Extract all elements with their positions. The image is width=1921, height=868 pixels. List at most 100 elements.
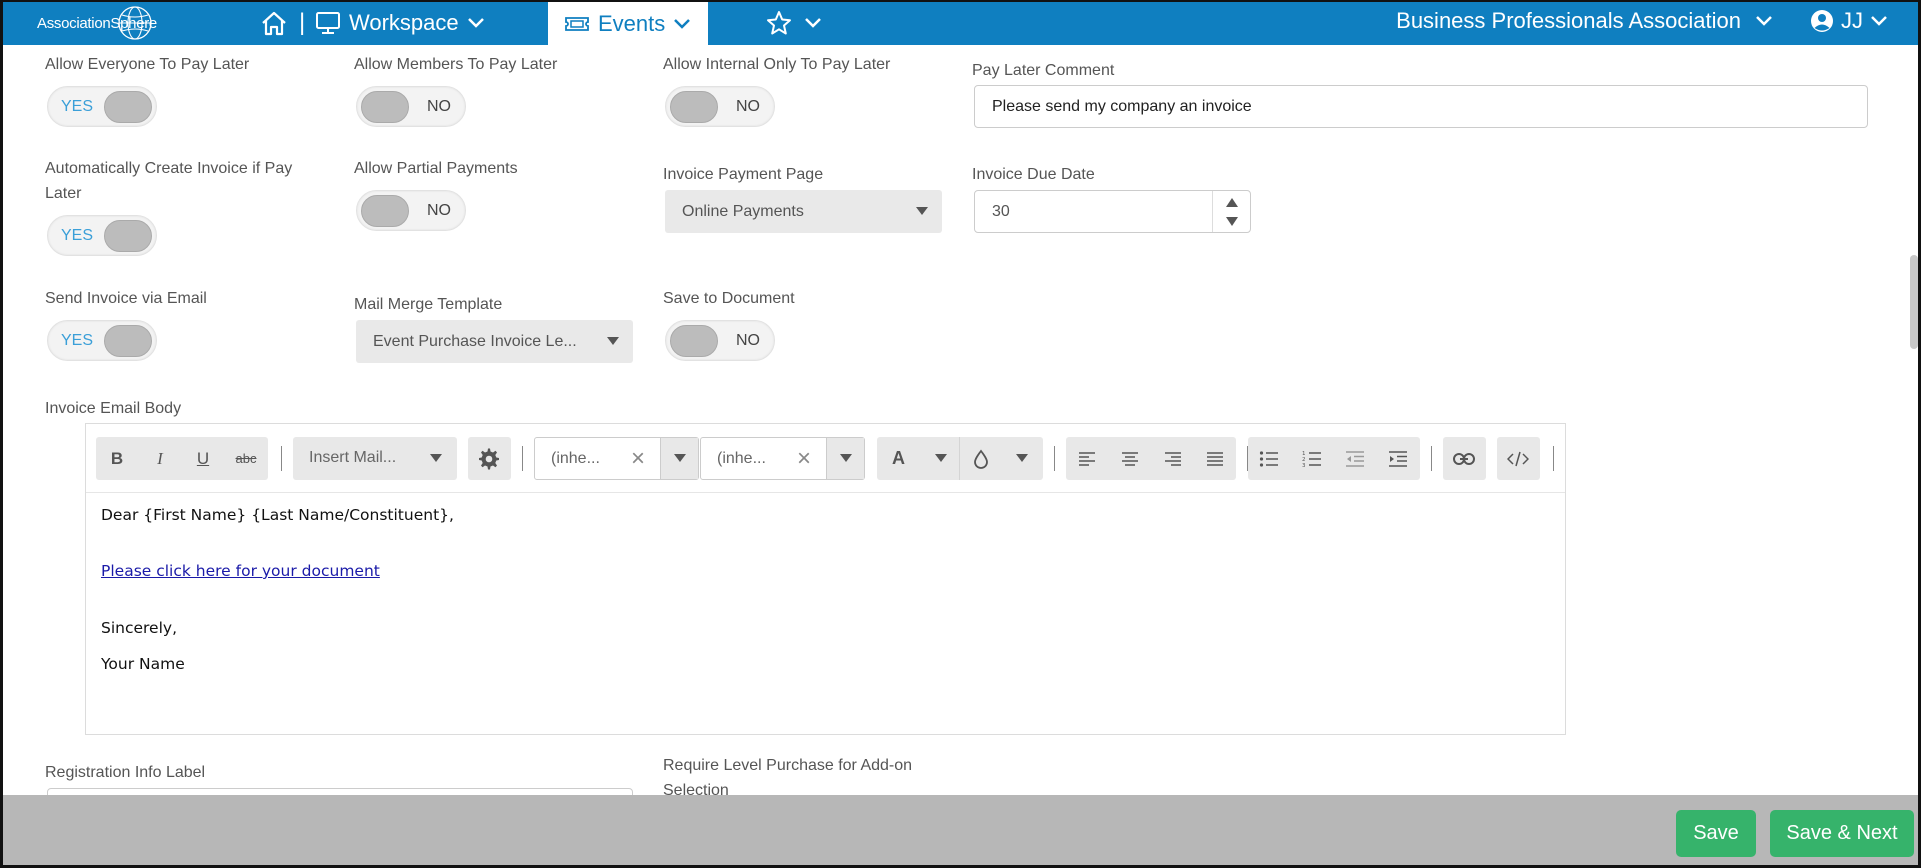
toggle-knob [670,91,718,123]
mail-merge-template-select[interactable]: Event Purchase Invoice Le... [356,320,633,363]
user-avatar-icon [1811,10,1833,32]
chevron-down-icon [674,18,691,29]
globe-icon [118,6,152,40]
toggle-knob [670,325,718,357]
partial-payments-toggle[interactable]: NO [356,190,466,231]
font-family-combo[interactable]: (inhe... × [534,437,699,480]
align-center-icon [1122,451,1138,466]
invoice-due-date-stepper[interactable]: 30 [974,190,1251,233]
monitor-icon [316,12,340,34]
organization-name: Business Professionals Association [1396,8,1741,33]
link-icon [1453,452,1475,465]
send-invoice-email-toggle[interactable]: YES [47,320,157,361]
numbered-list-button[interactable]: 1 2 3 [1291,437,1333,480]
font-family-toggle[interactable] [660,438,698,479]
align-right-icon [1165,451,1181,466]
view-source-button[interactable] [1497,437,1539,480]
invoice-payment-page-select[interactable]: Online Payments [665,190,942,233]
align-justify-button[interactable] [1194,437,1236,480]
toggle-state: YES [61,98,94,115]
gear-icon [479,448,499,469]
code-icon [1507,451,1529,466]
email-greeting: Dear {First Name} {Last Name/Constituent… [101,506,454,524]
workspace-menu[interactable]: Workspace [315,7,485,39]
caret-down-icon [935,454,947,462]
caret-down-icon [1016,454,1028,462]
outdent-icon [1346,450,1364,467]
clear-icon[interactable]: × [797,445,811,473]
font-color-button[interactable]: A [881,437,957,480]
user-menu[interactable]: JJ [1810,8,1888,34]
color-group: A [877,437,1043,480]
background-color-button[interactable] [961,437,1041,480]
numbered-list-icon: 1 2 3 [1302,451,1321,468]
font-size-toggle[interactable] [826,438,864,479]
internal-pay-later-label: Allow Internal Only To Pay Later [663,56,891,73]
group-divider [959,437,960,480]
toggle-state: NO [427,202,451,219]
font-size-combo[interactable]: (inhe... × [700,437,865,480]
strikethrough-button[interactable]: abc [225,437,267,480]
settings-group [468,437,511,480]
align-center-button[interactable] [1109,437,1151,480]
save-button[interactable]: Save [1676,810,1756,857]
home-icon[interactable] [260,10,288,36]
document-link[interactable]: Please click here for your document [101,562,380,580]
page-scrollbar[interactable] [1910,255,1918,349]
toolbar-divider [281,446,282,471]
indent-button[interactable] [1377,437,1419,480]
toggle-state: NO [427,98,451,115]
font-family-value: (inhe... [551,450,600,467]
require-level-purchase-label-line1: Require Level Purchase for Add-on [663,757,913,774]
toolbar-divider [1054,446,1055,471]
align-left-icon [1079,451,1095,466]
app-logo[interactable]: AssociationSphere [35,4,171,42]
invoice-email-body-label: Invoice Email Body [45,400,182,417]
events-tab[interactable]: Events [548,2,708,45]
organization-menu[interactable]: Business Professionals Association [1396,8,1773,34]
align-justify-icon [1207,451,1223,466]
ticket-icon [565,16,589,31]
internal-pay-later-toggle[interactable]: NO [665,86,775,127]
decrement-icon[interactable] [1226,217,1238,226]
members-pay-later-toggle[interactable]: NO [356,86,466,127]
insert-mail-merge-dropdown[interactable]: Insert Mail... [293,437,457,480]
mail-merge-template-label: Mail Merge Template [354,296,503,313]
favorites-menu[interactable] [766,10,822,36]
stepper-buttons[interactable] [1212,191,1250,232]
auto-invoice-toggle[interactable]: YES [47,215,157,256]
font-size-value: (inhe... [717,450,766,467]
toggle-state: YES [61,332,94,349]
toolbar-divider [522,446,523,471]
auto-invoice-label-line1: Automatically Create Invoice if Pay [45,160,293,177]
auto-invoice-label-line2: Later [45,185,82,202]
underline-button[interactable]: U [182,437,224,480]
action-footer [3,795,1918,865]
outdent-button[interactable] [1334,437,1376,480]
toggle-knob [104,91,152,123]
star-icon [767,11,791,35]
bold-button[interactable]: B [96,437,138,480]
bullet-list-button[interactable] [1248,437,1290,480]
toggle-knob [361,195,409,227]
toggle-knob [104,220,152,252]
gear-button[interactable] [468,437,510,480]
italic-button[interactable]: I [139,437,181,480]
pay-later-comment-input[interactable]: Please send my company an invoice [974,85,1868,128]
increment-icon[interactable] [1226,198,1238,207]
align-right-button[interactable] [1152,437,1194,480]
toggle-knob [361,91,409,123]
clear-icon[interactable]: × [631,445,645,473]
rich-text-editor: B I U abc Insert Mail... (inhe... × (inh… [85,423,1566,735]
members-pay-later-label: Allow Members To Pay Later [354,56,558,73]
align-left-button[interactable] [1066,437,1108,480]
svg-text:3: 3 [1302,463,1306,468]
droplet-icon [974,449,988,469]
alignment-group [1066,437,1236,480]
bullet-list-icon [1259,450,1278,467]
save-to-document-toggle[interactable]: NO [665,320,775,361]
everyone-pay-later-toggle[interactable]: YES [47,86,157,127]
insert-link-button[interactable] [1443,437,1485,480]
save-next-button[interactable]: Save & Next [1770,810,1914,857]
toolbar-divider [1553,446,1554,471]
